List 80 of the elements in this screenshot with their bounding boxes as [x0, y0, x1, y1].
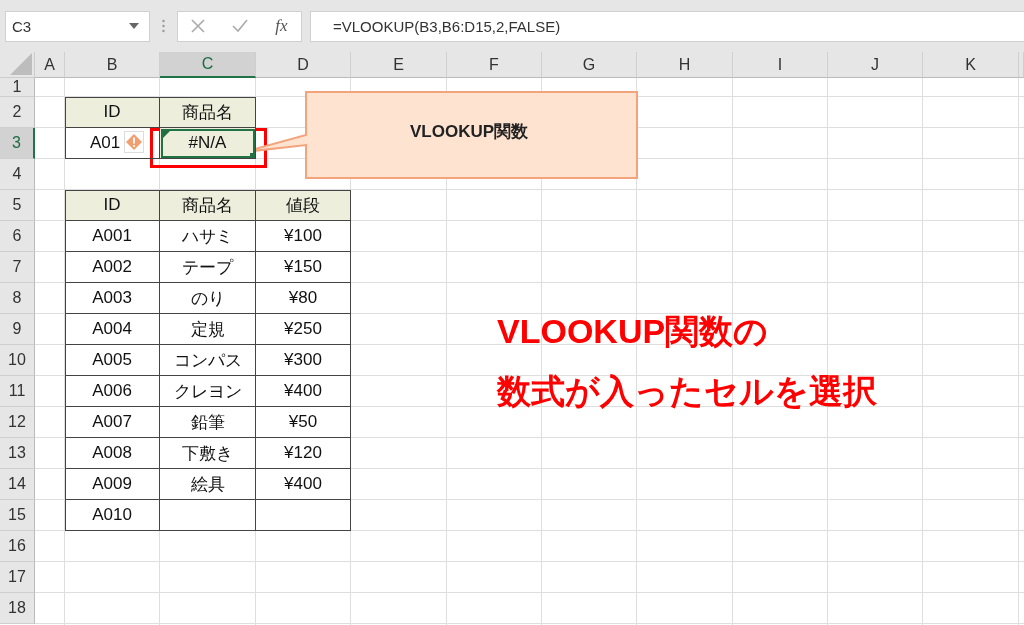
column-header[interactable]: J — [828, 52, 923, 78]
table-cell[interactable]: 定規 — [160, 314, 256, 345]
row-header[interactable]: 1 — [0, 78, 35, 97]
column-header[interactable]: I — [733, 52, 828, 78]
row-header[interactable]: 13 — [0, 438, 35, 469]
table-cell[interactable]: 値段 — [256, 190, 351, 221]
function-button[interactable]: fx — [275, 16, 288, 36]
check-icon[interactable] — [232, 19, 249, 33]
row-header[interactable]: 14 — [0, 469, 35, 500]
table-cell[interactable]: A002 — [65, 252, 160, 283]
callout-text: VLOOKUP関数 — [410, 121, 529, 143]
table-cell[interactable]: 商品名 — [160, 190, 256, 221]
row-header[interactable]: 12 — [0, 407, 35, 438]
fill-handle[interactable] — [250, 153, 255, 158]
table-cell[interactable]: 下敷き — [160, 438, 256, 469]
table-cell[interactable]: ¥150 — [256, 252, 351, 283]
row-header[interactable]: 11 — [0, 376, 35, 407]
table-cell[interactable]: A004 — [65, 314, 160, 345]
table-cell[interactable]: 鉛筆 — [160, 407, 256, 438]
error-marker-icon — [163, 131, 170, 138]
column-header[interactable] — [1019, 52, 1024, 78]
table-cell[interactable]: 商品名 — [160, 97, 256, 128]
table-cell[interactable]: コンパス — [160, 345, 256, 376]
caret-icon — [129, 23, 139, 29]
table-cell[interactable]: A008 — [65, 438, 160, 469]
table-cell[interactable]: ¥400 — [256, 469, 351, 500]
table-cell[interactable]: A001 — [65, 221, 160, 252]
close-icon[interactable] — [191, 19, 206, 33]
table-cell[interactable]: ID — [65, 190, 160, 221]
table-cell[interactable]: A01 — [65, 128, 160, 159]
table-cell[interactable]: ¥250 — [256, 314, 351, 345]
table-cell[interactable]: ¥80 — [256, 283, 351, 314]
name-box[interactable]: C3 — [5, 10, 150, 42]
row-header[interactable]: 7 — [0, 252, 35, 283]
column-header[interactable]: C — [160, 52, 256, 78]
column-header[interactable]: B — [65, 52, 160, 78]
table-cell[interactable] — [256, 500, 351, 531]
column-header[interactable]: K — [923, 52, 1019, 78]
table-cell[interactable]: A005 — [65, 345, 160, 376]
table-cell[interactable]: ¥300 — [256, 345, 351, 376]
table-cell[interactable]: A009 — [65, 469, 160, 500]
column-header[interactable]: G — [542, 52, 637, 78]
column-header[interactable]: E — [351, 52, 447, 78]
table-cell[interactable]: A007 — [65, 407, 160, 438]
table-cell[interactable]: ¥100 — [256, 221, 351, 252]
table-cell[interactable]: A006 — [65, 376, 160, 407]
table-cell[interactable]: ハサミ — [160, 221, 256, 252]
table-cell[interactable] — [160, 500, 256, 531]
row-header[interactable]: 6 — [0, 221, 35, 252]
row-header[interactable]: 8 — [0, 283, 35, 314]
table-cell[interactable]: #N/A — [160, 128, 256, 159]
row-header[interactable]: 17 — [0, 562, 35, 593]
table-cell[interactable]: のり — [160, 283, 256, 314]
table-cell[interactable]: A010 — [65, 500, 160, 531]
table-cell[interactable]: クレヨン — [160, 376, 256, 407]
row-header[interactable]: 9 — [0, 314, 35, 345]
table-cell[interactable]: テープ — [160, 252, 256, 283]
table-cell[interactable]: A003 — [65, 283, 160, 314]
row-header[interactable]: 3 — [0, 128, 35, 159]
row-header[interactable]: 2 — [0, 97, 35, 128]
annotation-text: 数式が入ったセルを選択 — [497, 371, 877, 412]
table-cell[interactable]: ¥400 — [256, 376, 351, 407]
row-header[interactable]: 15 — [0, 500, 35, 531]
formula-field[interactable]: =VLOOKUP(B3,B6:D15,2,FALSE) — [310, 10, 1024, 42]
warning-icon[interactable] — [124, 131, 144, 153]
column-header[interactable]: F — [447, 52, 542, 78]
table-cell[interactable]: ¥120 — [256, 438, 351, 469]
row-header[interactable]: 5 — [0, 190, 35, 221]
table-cell[interactable]: ¥50 — [256, 407, 351, 438]
column-header[interactable]: A — [35, 52, 65, 78]
drag-handle-icon — [162, 19, 165, 33]
table-cell[interactable]: ID — [65, 97, 160, 128]
row-header[interactable]: 4 — [0, 159, 35, 190]
table-cell[interactable]: 絵具 — [160, 469, 256, 500]
row-header[interactable]: 10 — [0, 345, 35, 376]
row-header[interactable]: 18 — [0, 593, 35, 624]
row-header[interactable]: 16 — [0, 531, 35, 562]
column-header[interactable]: D — [256, 52, 351, 78]
column-header[interactable]: H — [637, 52, 733, 78]
annotation-text: VLOOKUP関数の — [497, 311, 770, 352]
